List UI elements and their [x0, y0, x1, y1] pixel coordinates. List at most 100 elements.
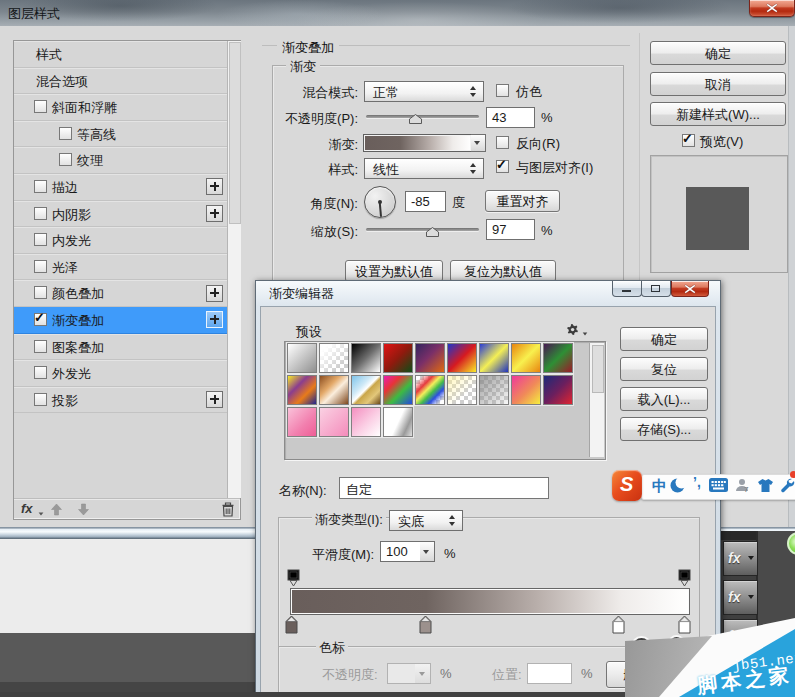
gradient-preset-swatch[interactable]	[383, 343, 413, 373]
minimize-button[interactable]	[612, 281, 642, 297]
style-list-item[interactable]: 内发光	[14, 227, 227, 254]
presets-menu-button[interactable]	[565, 322, 580, 340]
gradient-preset-swatch[interactable]	[543, 343, 573, 373]
style-list-item[interactable]: 纹理	[14, 147, 227, 174]
style-list-item[interactable]: 外发光	[14, 360, 227, 387]
add-instance-button[interactable]	[206, 285, 223, 302]
style-item-checkbox[interactable]	[34, 260, 47, 273]
editor-ok-button[interactable]: 确定	[620, 327, 708, 351]
style-list-item[interactable]: 图案叠加	[14, 334, 227, 361]
style-item-checkbox[interactable]	[34, 313, 47, 326]
style-item-checkbox[interactable]	[59, 127, 72, 140]
gradient-preset-swatch[interactable]	[351, 407, 381, 437]
punctuation-icon[interactable]: ’,	[693, 474, 701, 490]
close-button[interactable]	[749, 0, 795, 17]
style-item-checkbox[interactable]	[34, 233, 47, 246]
editor-reset-button[interactable]: 复位	[620, 357, 708, 381]
skin-tshirt-icon[interactable]	[757, 478, 774, 496]
chinese-mode-icon[interactable]: 中	[652, 477, 667, 496]
stop-opacity-input[interactable]	[387, 663, 417, 684]
user-avatar-icon[interactable]: 7	[734, 477, 751, 497]
save-button[interactable]: 存储(S)...	[620, 417, 708, 441]
smoothness-dropdown-button[interactable]	[420, 541, 435, 562]
style-list-item[interactable]: 颜色叠加	[14, 280, 227, 307]
gradient-preset-swatch[interactable]	[351, 375, 381, 405]
gradient-preset-swatch[interactable]	[511, 375, 541, 405]
delete-style-icon[interactable]	[221, 502, 235, 520]
stop-position-input[interactable]	[527, 663, 572, 684]
gradient-preset-swatch[interactable]	[543, 375, 573, 405]
style-select[interactable]: 线性	[364, 158, 484, 179]
blend-mode-select[interactable]: 正常	[364, 81, 484, 102]
ok-button[interactable]: 确定	[650, 41, 786, 65]
fx-menu-button[interactable]: fx	[21, 501, 33, 516]
reset-align-button[interactable]: 重置对齐	[485, 190, 560, 212]
color-stop-handle[interactable]	[419, 615, 432, 634]
stop-opacity-dropdown[interactable]	[415, 663, 431, 684]
gradient-preset-swatch[interactable]	[287, 343, 317, 373]
opacity-slider[interactable]	[366, 115, 479, 118]
reset-default-button[interactable]: 复位为默认值	[450, 260, 556, 282]
dither-checkbox[interactable]	[496, 84, 509, 97]
style-list-item[interactable]: 投影	[14, 387, 227, 414]
layer-style-titlebar[interactable]: 图层样式	[0, 0, 795, 27]
smoothness-input[interactable]: 100	[380, 541, 422, 562]
gradient-preset-swatch[interactable]	[479, 343, 509, 373]
name-input[interactable]: 自定	[339, 477, 549, 499]
opacity-slider-thumb[interactable]	[409, 112, 422, 122]
opacity-input[interactable]: 43	[486, 107, 535, 128]
gradient-dropdown-button[interactable]	[471, 134, 486, 152]
style-item-checkbox[interactable]	[34, 100, 47, 113]
move-down-icon[interactable]	[77, 503, 90, 516]
style-list-item[interactable]: 光泽	[14, 254, 227, 281]
angle-dial[interactable]	[364, 186, 396, 218]
add-instance-button[interactable]	[206, 311, 223, 328]
preset-scrollbar[interactable]	[589, 343, 604, 457]
gradient-preset-swatch[interactable]	[511, 343, 541, 373]
toolbox-wrench-icon[interactable]	[779, 477, 795, 496]
gradient-preset-swatch[interactable]	[287, 407, 317, 437]
opacity-stop-handle[interactable]	[678, 569, 691, 586]
add-instance-button[interactable]	[206, 178, 223, 195]
keyboard-icon[interactable]	[709, 478, 728, 495]
gradient-preset-swatch[interactable]	[447, 343, 477, 373]
preview-checkbox[interactable]	[682, 134, 695, 147]
style-item-checkbox[interactable]	[59, 153, 72, 166]
gradient-preset-swatch[interactable]	[287, 375, 317, 405]
angle-input[interactable]: -85	[405, 191, 446, 212]
gradient-preset-swatch[interactable]	[447, 375, 477, 405]
scrollbar-thumb[interactable]	[229, 42, 241, 224]
style-item-checkbox[interactable]	[34, 207, 47, 220]
preset-scrollbar-thumb[interactable]	[592, 345, 604, 393]
add-instance-button[interactable]	[206, 391, 223, 408]
gradient-preset-swatch[interactable]	[319, 407, 349, 437]
add-instance-button[interactable]	[206, 205, 223, 222]
maximize-button[interactable]	[641, 281, 671, 297]
style-list-item[interactable]: 等高线	[14, 121, 227, 148]
style-list-item[interactable]: 混合选项	[14, 68, 227, 95]
opacity-stop-handle[interactable]	[287, 569, 300, 586]
gradient-preset-swatch[interactable]	[479, 375, 509, 405]
layer-fx-button[interactable]: fx	[723, 541, 758, 576]
color-stop-handle[interactable]	[285, 615, 298, 634]
align-checkbox[interactable]	[496, 160, 509, 173]
style-list-item[interactable]: 渐变叠加	[14, 307, 227, 334]
style-list-item[interactable]: 样式	[14, 41, 227, 68]
cancel-button[interactable]: 取消	[650, 72, 786, 96]
styles-list-scrollbar[interactable]	[227, 41, 241, 498]
style-list-item[interactable]: 描边	[14, 174, 227, 201]
reverse-checkbox[interactable]	[496, 136, 509, 149]
new-style-button[interactable]: 新建样式(W)...	[650, 102, 786, 126]
fullwidth-moon-icon[interactable]	[670, 477, 686, 496]
gradient-type-select[interactable]: 实底	[389, 510, 463, 531]
gradient-preset-swatch[interactable]	[351, 343, 381, 373]
scale-slider[interactable]	[366, 228, 479, 231]
sogou-logo-icon[interactable]: S	[612, 470, 642, 501]
gradient-preset-swatch[interactable]	[383, 407, 413, 437]
load-button[interactable]: 载入(L)...	[620, 387, 708, 411]
set-default-button[interactable]: 设置为默认值	[345, 260, 443, 282]
style-item-checkbox[interactable]	[34, 340, 47, 353]
style-list-item[interactable]: 内阴影	[14, 201, 227, 228]
gradient-preset-swatch[interactable]	[415, 375, 445, 405]
gradient-preset-swatch[interactable]	[415, 343, 445, 373]
